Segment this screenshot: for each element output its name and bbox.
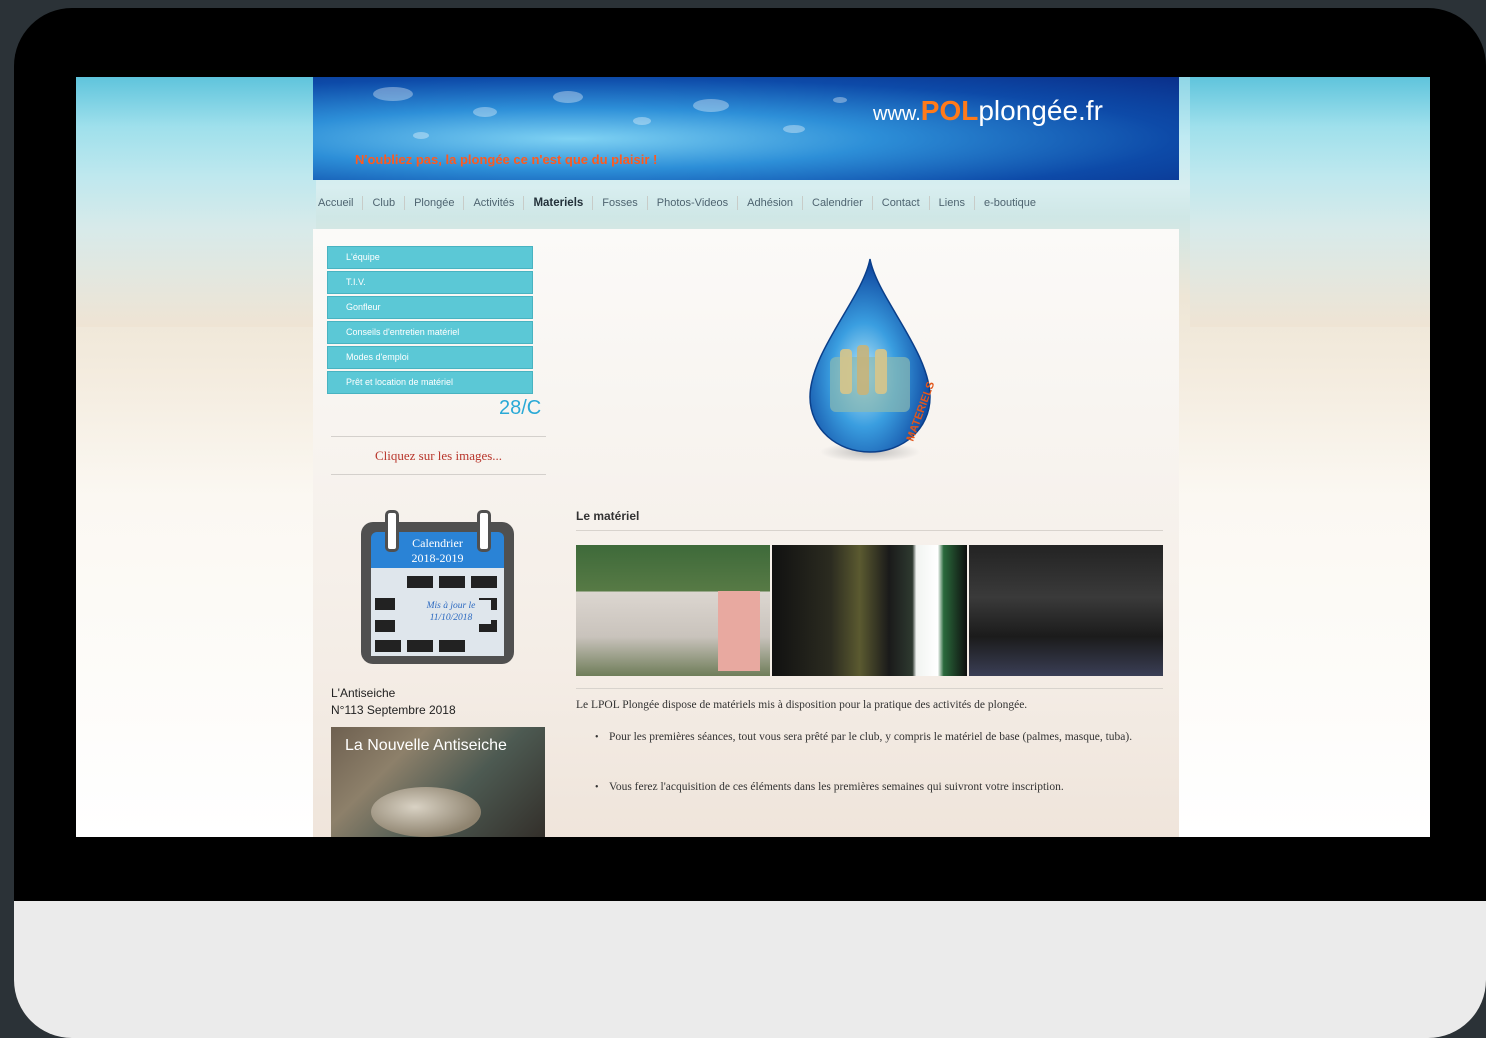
photo-strip	[576, 545, 1163, 676]
nav-item-calendrier[interactable]: Calendrier	[803, 196, 873, 210]
calendar-cell	[375, 640, 401, 652]
title-divider	[576, 530, 1163, 531]
nav-item-photos-videos[interactable]: Photos-Videos	[648, 196, 739, 210]
submenu-item-conseils[interactable]: Conseils d'entretien matériel	[327, 321, 533, 344]
submenu-item-modes-emploi[interactable]: Modes d'emploi	[327, 346, 533, 369]
site-logo-www: www.	[873, 103, 921, 125]
site-banner[interactable]: N'oubliez pas, la plongée ce n'est que d…	[313, 77, 1179, 180]
photo-local-materiel[interactable]	[576, 545, 771, 676]
beach-background-right	[1190, 77, 1430, 327]
bullet-item: Pour les premières séances, tout vous se…	[595, 731, 1149, 744]
calendar-ring-icon	[385, 510, 399, 552]
nav-item-contact[interactable]: Contact	[873, 196, 930, 210]
monitor-chin	[14, 901, 1486, 1038]
calendar-note-line2: 11/10/2018	[429, 613, 473, 623]
nav-item-e-boutique[interactable]: e-boutique	[975, 196, 1045, 210]
nav-item-club[interactable]: Club	[363, 196, 406, 210]
banner-slogan: N'oubliez pas, la plongée ce n'est que d…	[355, 152, 658, 167]
submenu-item-gonfleur[interactable]: Gonfleur	[327, 296, 533, 319]
content-panel: L'équipe T.I.V. Gonfleur Conseils d'entr…	[313, 229, 1179, 837]
calendar-note-line1: Mis à jour le	[426, 601, 476, 611]
beach-background-left	[76, 77, 316, 327]
bullet-item: Vous ferez l'acquisition de ces éléments…	[595, 781, 1149, 794]
photo-divider	[576, 688, 1163, 689]
calendar-cell	[375, 620, 395, 632]
site-logo[interactable]: www.POLplongée.fr	[873, 95, 1103, 127]
site-logo-domain: plongée.fr	[978, 95, 1103, 126]
calendar-cell	[375, 598, 395, 610]
calendar-cell	[407, 576, 433, 588]
browser-viewport: N'oubliez pas, la plongée ce n'est que d…	[76, 77, 1430, 837]
calendar-year: 2018-2019	[411, 551, 464, 565]
antiseiche-issue: N°113 Septembre 2018	[331, 703, 456, 717]
intro-paragraph: Le LPOL Plongée dispose de matériels mis…	[576, 699, 1028, 711]
main-nav: Accueil Club Plongée Activités Materiels…	[313, 190, 1179, 216]
calendar-cell	[439, 576, 465, 588]
sidebar-submenu: L'équipe T.I.V. Gonfleur Conseils d'entr…	[327, 246, 533, 396]
nav-item-adhesion[interactable]: Adhésion	[738, 196, 803, 210]
nav-item-materiels[interactable]: Materiels	[524, 196, 594, 210]
scrolling-ticker: 28/C	[499, 397, 542, 419]
photo-detendeurs[interactable]	[772, 545, 967, 676]
section-title: Le matériel	[576, 509, 640, 523]
submenu-item-equipe[interactable]: L'équipe	[327, 246, 533, 269]
calendar-ring-icon	[477, 510, 491, 552]
calendar-update-note: Mis à jour le 11/10/2018	[411, 600, 491, 624]
cuttlefish-image	[371, 787, 481, 837]
calendar-image-link[interactable]: Calendrier 2018-2019 Mis à jour le 11/10…	[361, 510, 516, 665]
sidebar-divider	[331, 436, 546, 437]
monitor-frame: N'oubliez pas, la plongée ce n'est que d…	[14, 8, 1486, 1038]
photo-stabs[interactable]	[968, 545, 1163, 676]
calendar-cell	[471, 576, 497, 588]
submenu-item-pret-location[interactable]: Prêt et location de matériel	[327, 371, 533, 394]
calendar-cell	[407, 640, 433, 652]
sidebar-divider	[331, 474, 546, 475]
site-logo-brand: POL	[920, 95, 979, 126]
nav-item-activites[interactable]: Activités	[464, 196, 525, 210]
materiels-drop-logo: MATERIELS	[809, 258, 937, 462]
antiseiche-name: L'Antiseiche	[331, 686, 396, 700]
calendar-cell	[439, 640, 465, 652]
nav-item-plongee[interactable]: Plongée	[405, 196, 465, 210]
calendar-body: Mis à jour le 11/10/2018	[371, 568, 504, 656]
nav-item-fosses[interactable]: Fosses	[593, 196, 648, 210]
submenu-item-tiv[interactable]: T.I.V.	[327, 271, 533, 294]
nav-item-liens[interactable]: Liens	[930, 196, 975, 210]
antiseiche-cover-image[interactable]: La Nouvelle Antiseiche	[331, 727, 545, 837]
antiseiche-title: L'Antiseiche N°113 Septembre 2018	[331, 685, 456, 719]
antiseiche-cover-label: La Nouvelle Antiseiche	[345, 737, 507, 754]
nav-item-accueil[interactable]: Accueil	[313, 196, 364, 210]
click-images-hint: Cliquez sur les images...	[374, 448, 503, 463]
